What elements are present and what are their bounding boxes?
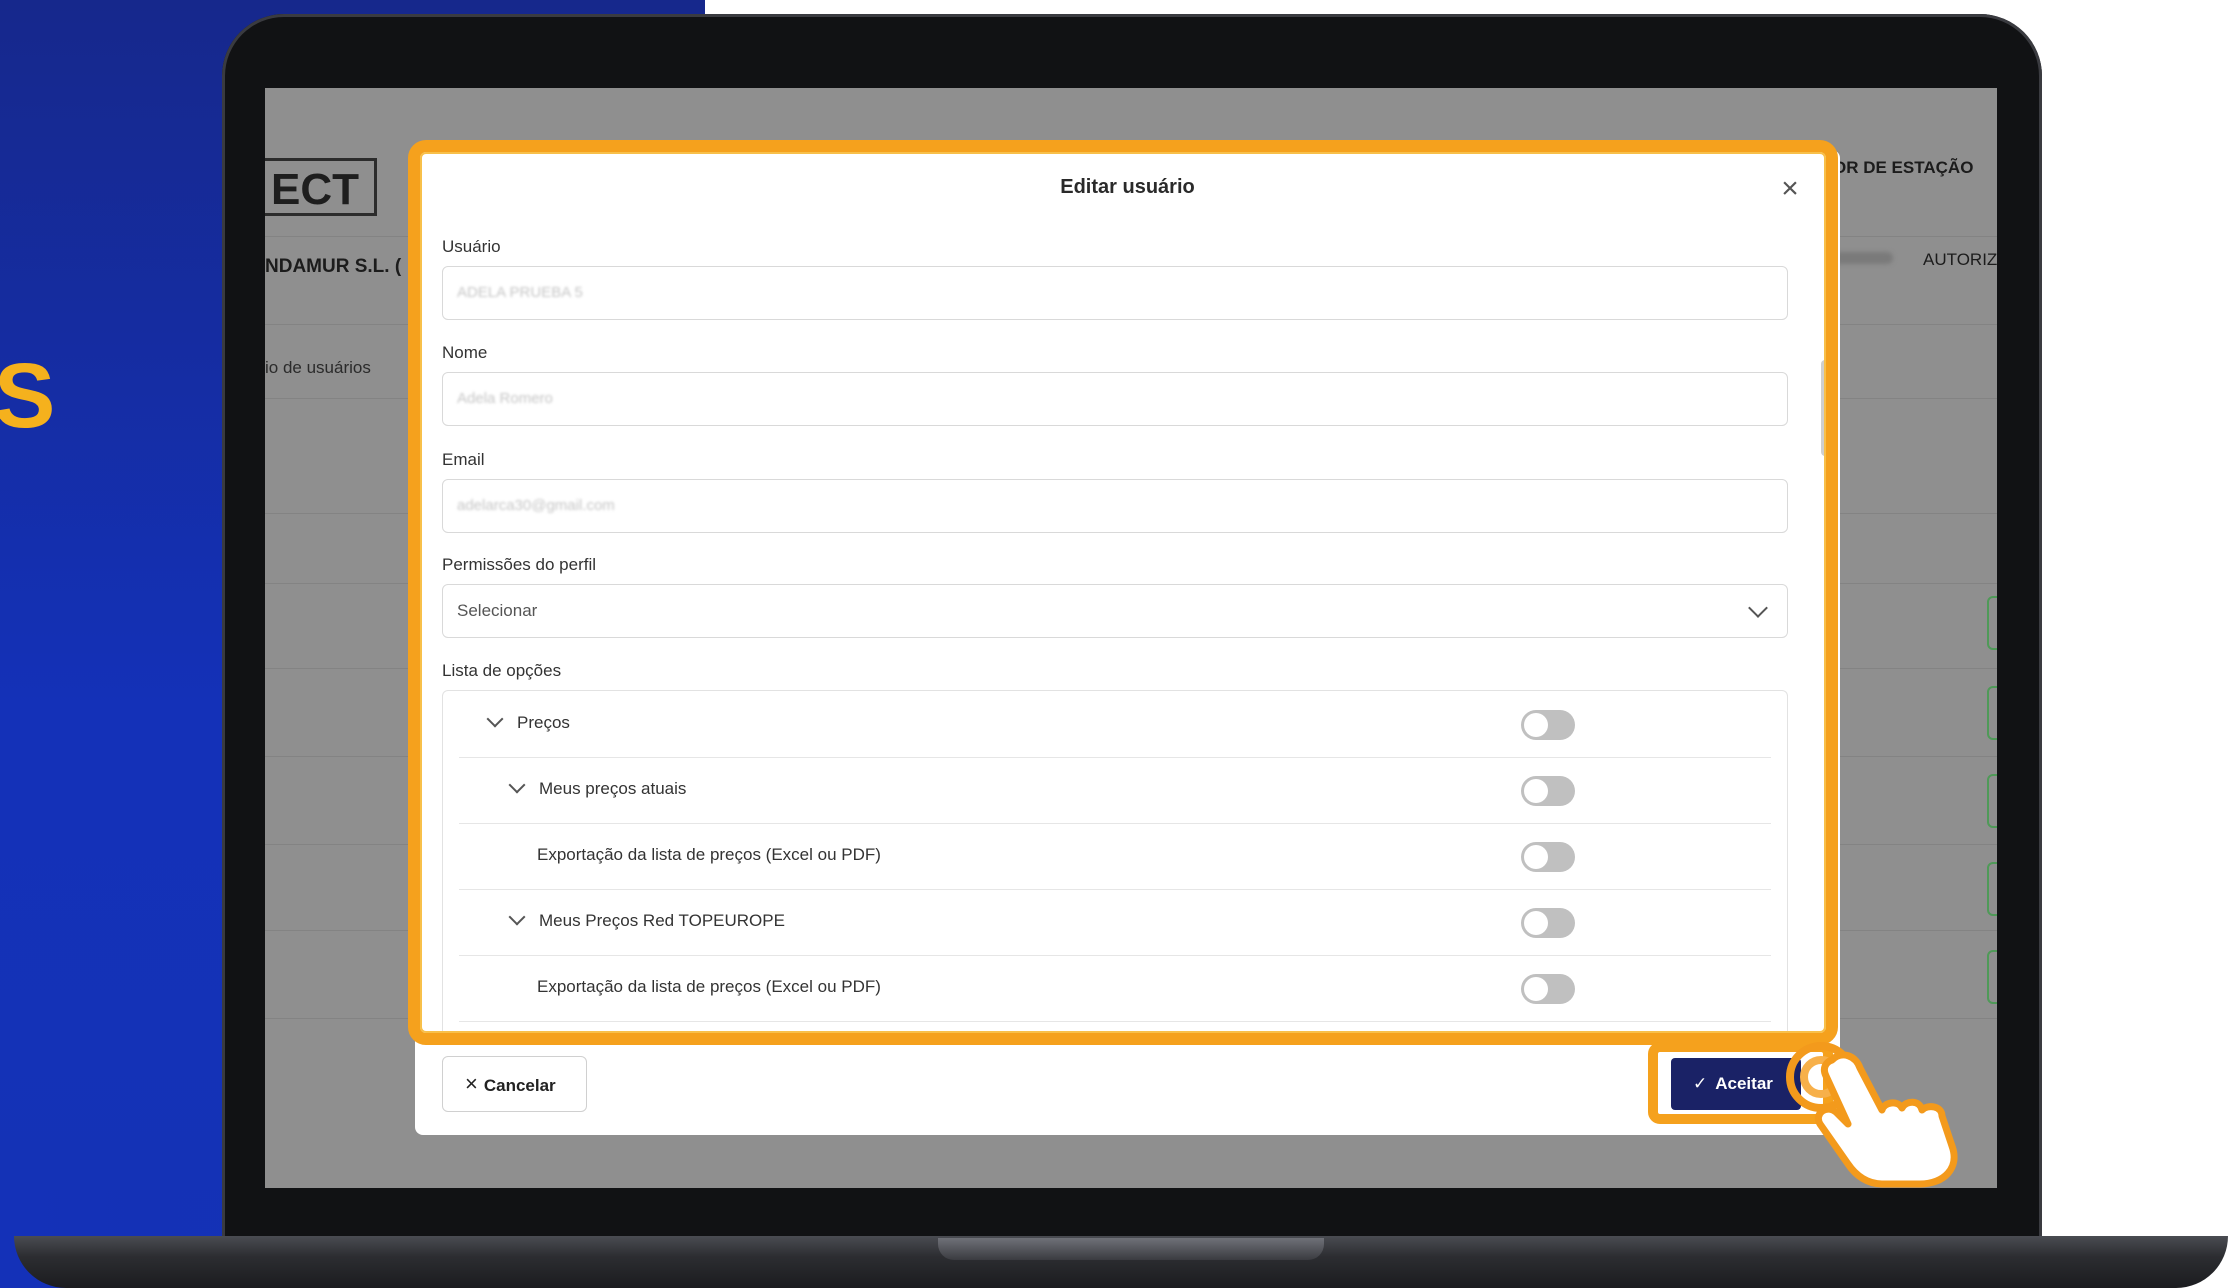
- highlight-frame-modal: [408, 140, 1838, 1045]
- close-icon: ×: [465, 1071, 478, 1096]
- app-row-action[interactable]: [1987, 950, 1997, 1004]
- cancel-label: Cancelar: [483, 1076, 556, 1095]
- app-row-action[interactable]: [1987, 774, 1997, 828]
- app-blurred-nav: [1833, 252, 1893, 264]
- app-row-action[interactable]: [1987, 596, 1997, 650]
- pointer-hand-icon: [1815, 1051, 1958, 1188]
- app-company-name: NDAMUR S.L. (: [265, 256, 402, 277]
- app-autoriz-nav[interactable]: AUTORIZ: [1923, 250, 1997, 270]
- app-row-action[interactable]: [1987, 686, 1997, 740]
- laptop-notch: [938, 1238, 1324, 1260]
- app-station-nav[interactable]: OR DE ESTAÇÃO: [1833, 158, 1973, 178]
- cancel-button[interactable]: × Cancelar: [442, 1056, 587, 1112]
- app-logo: ECT: [265, 158, 377, 216]
- side-headline-fragment: S: [0, 345, 56, 447]
- app-breadcrumb[interactable]: io de usuários: [265, 358, 371, 378]
- app-row-action[interactable]: [1987, 862, 1997, 916]
